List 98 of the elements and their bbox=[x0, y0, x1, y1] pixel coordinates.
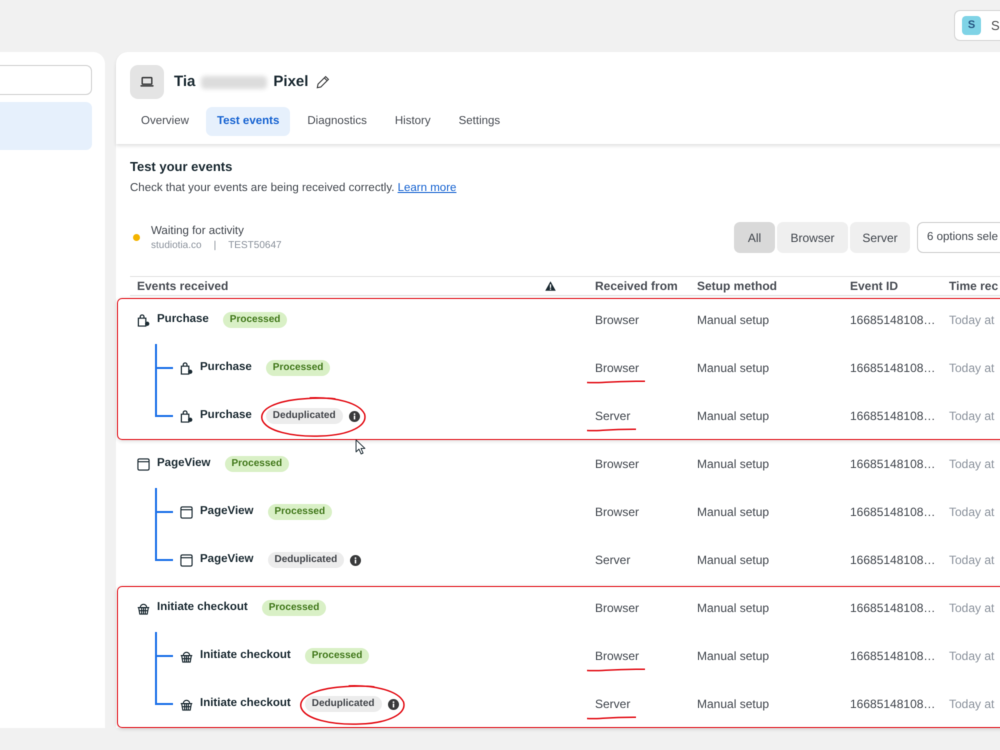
pixel-name: Tia bbox=[174, 72, 196, 92]
setup-method-text: Manual setup bbox=[697, 504, 770, 521]
info-icon[interactable] bbox=[350, 554, 362, 566]
account-avatar: S bbox=[962, 16, 981, 35]
source-text: Browser bbox=[595, 600, 640, 617]
event-id-text: 16685148108… bbox=[850, 360, 936, 377]
time-received-text: Today at bbox=[949, 408, 994, 425]
event-id-text: 16685148108… bbox=[850, 312, 936, 329]
column-header: Event ID bbox=[850, 278, 898, 295]
time-received-text: Today at bbox=[949, 600, 994, 617]
shopping-bag-icon bbox=[180, 362, 193, 374]
source-text: Server bbox=[595, 408, 630, 425]
status-dot-icon bbox=[133, 234, 140, 241]
event-name: Initiate checkout bbox=[200, 648, 291, 664]
source-text: Server bbox=[595, 552, 630, 569]
time-received-text: Today at bbox=[949, 648, 994, 665]
column-header: Received from bbox=[595, 278, 678, 295]
setup-method-text: Manual setup bbox=[697, 408, 770, 425]
setup-method-text: Manual setup bbox=[697, 312, 770, 329]
account-button[interactable]: S S bbox=[954, 10, 1000, 41]
event-id-text: 16685148108… bbox=[850, 648, 936, 665]
activity-status: Waiting for activity bbox=[151, 224, 245, 238]
status-badge: Processed bbox=[266, 360, 330, 376]
status-badge: Processed bbox=[222, 312, 288, 328]
event-id-text: 16685148108… bbox=[850, 456, 936, 473]
basket-icon bbox=[137, 602, 150, 614]
setup-method-text: Manual setup bbox=[697, 360, 770, 377]
browser-window-icon bbox=[137, 458, 150, 470]
event-id-text: 16685148108… bbox=[850, 552, 936, 569]
basket-icon bbox=[180, 650, 193, 662]
filter-button[interactable]: All bbox=[734, 222, 775, 253]
learn-more-link[interactable]: Learn more bbox=[398, 182, 456, 194]
time-received-text: Today at bbox=[949, 312, 994, 329]
source-text: Browser bbox=[595, 504, 640, 521]
site-domain: studiotia.co bbox=[151, 238, 202, 252]
setup-method-text: Manual setup bbox=[697, 456, 770, 473]
basket-icon bbox=[180, 698, 193, 710]
edit-icon[interactable] bbox=[316, 75, 330, 89]
column-header: Time rec bbox=[949, 278, 998, 295]
status-badge: Deduplicated bbox=[266, 408, 343, 424]
event-name: Initiate checkout bbox=[200, 696, 291, 712]
events-dropdown[interactable]: 6 options sele bbox=[917, 222, 1000, 253]
info-icon[interactable] bbox=[388, 698, 399, 710]
separator-text: | bbox=[214, 238, 216, 252]
event-name: Purchase bbox=[157, 312, 209, 328]
tab[interactable]: History bbox=[384, 107, 442, 136]
source-text: Browser bbox=[595, 456, 640, 473]
search-field[interactable] bbox=[0, 65, 92, 95]
tab[interactable]: Diagnostics bbox=[296, 107, 378, 136]
filter-button[interactable]: Browser bbox=[777, 222, 848, 253]
pixel-name: Pixel bbox=[273, 72, 308, 92]
time-received-text: Today at bbox=[949, 456, 994, 473]
event-name: Purchase bbox=[200, 408, 252, 424]
column-header: Setup method bbox=[697, 278, 777, 295]
event-name: Purchase bbox=[200, 360, 252, 376]
source-text: Browser bbox=[595, 312, 640, 329]
section-description: Check that your events are being received correctly. Learn more bbox=[130, 181, 458, 196]
setup-method-text: Manual setup bbox=[697, 696, 770, 713]
event-id-text: 16685148108… bbox=[850, 408, 936, 425]
section-title: Test your events bbox=[130, 158, 234, 175]
status-badge: Deduplicated bbox=[304, 696, 382, 712]
status-badge: Deduplicated bbox=[268, 552, 344, 568]
tab[interactable]: Settings bbox=[448, 107, 512, 136]
shopping-bag-icon bbox=[180, 410, 193, 422]
browser-window-icon bbox=[180, 506, 193, 518]
event-name: PageView bbox=[157, 456, 210, 472]
source-text: Browser bbox=[595, 648, 640, 665]
account-name: S bbox=[991, 16, 1000, 35]
event-name: Initiate checkout bbox=[157, 600, 248, 616]
column-header: Events received bbox=[137, 278, 228, 295]
event-name: PageView bbox=[200, 504, 254, 520]
setup-method-text: Manual setup bbox=[697, 648, 770, 665]
status-badge: Processed bbox=[262, 600, 326, 616]
browser-window-icon bbox=[180, 554, 193, 566]
time-received-text: Today at bbox=[949, 552, 994, 569]
setup-method-text: Manual setup bbox=[697, 600, 770, 617]
source-text: Server bbox=[595, 696, 630, 713]
event-name: PageView bbox=[200, 552, 254, 568]
event-id-text: 16685148108… bbox=[850, 600, 936, 617]
test-code: TEST50647 bbox=[228, 238, 282, 252]
time-received-text: Today at bbox=[949, 504, 994, 521]
tab[interactable]: Overview bbox=[130, 107, 200, 136]
setup-method-text: Manual setup bbox=[697, 552, 770, 569]
status-badge: Processed bbox=[224, 456, 290, 472]
tab[interactable]: Test events bbox=[206, 107, 290, 136]
shopping-bag-icon bbox=[137, 314, 150, 326]
laptop-icon bbox=[130, 65, 164, 99]
info-icon[interactable] bbox=[348, 410, 360, 422]
time-received-text: Today at bbox=[949, 360, 994, 377]
time-received-text: Today at bbox=[949, 696, 994, 713]
event-id-text: 16685148108… bbox=[850, 696, 936, 713]
filter-button[interactable]: Server bbox=[850, 222, 910, 253]
mouse-pointer-icon bbox=[355, 439, 366, 455]
status-badge: Processed bbox=[304, 648, 370, 664]
status-badge: Processed bbox=[268, 504, 332, 520]
source-text: Browser bbox=[595, 360, 640, 377]
warning-icon bbox=[545, 281, 556, 291]
event-id-text: 16685148108… bbox=[850, 504, 936, 521]
